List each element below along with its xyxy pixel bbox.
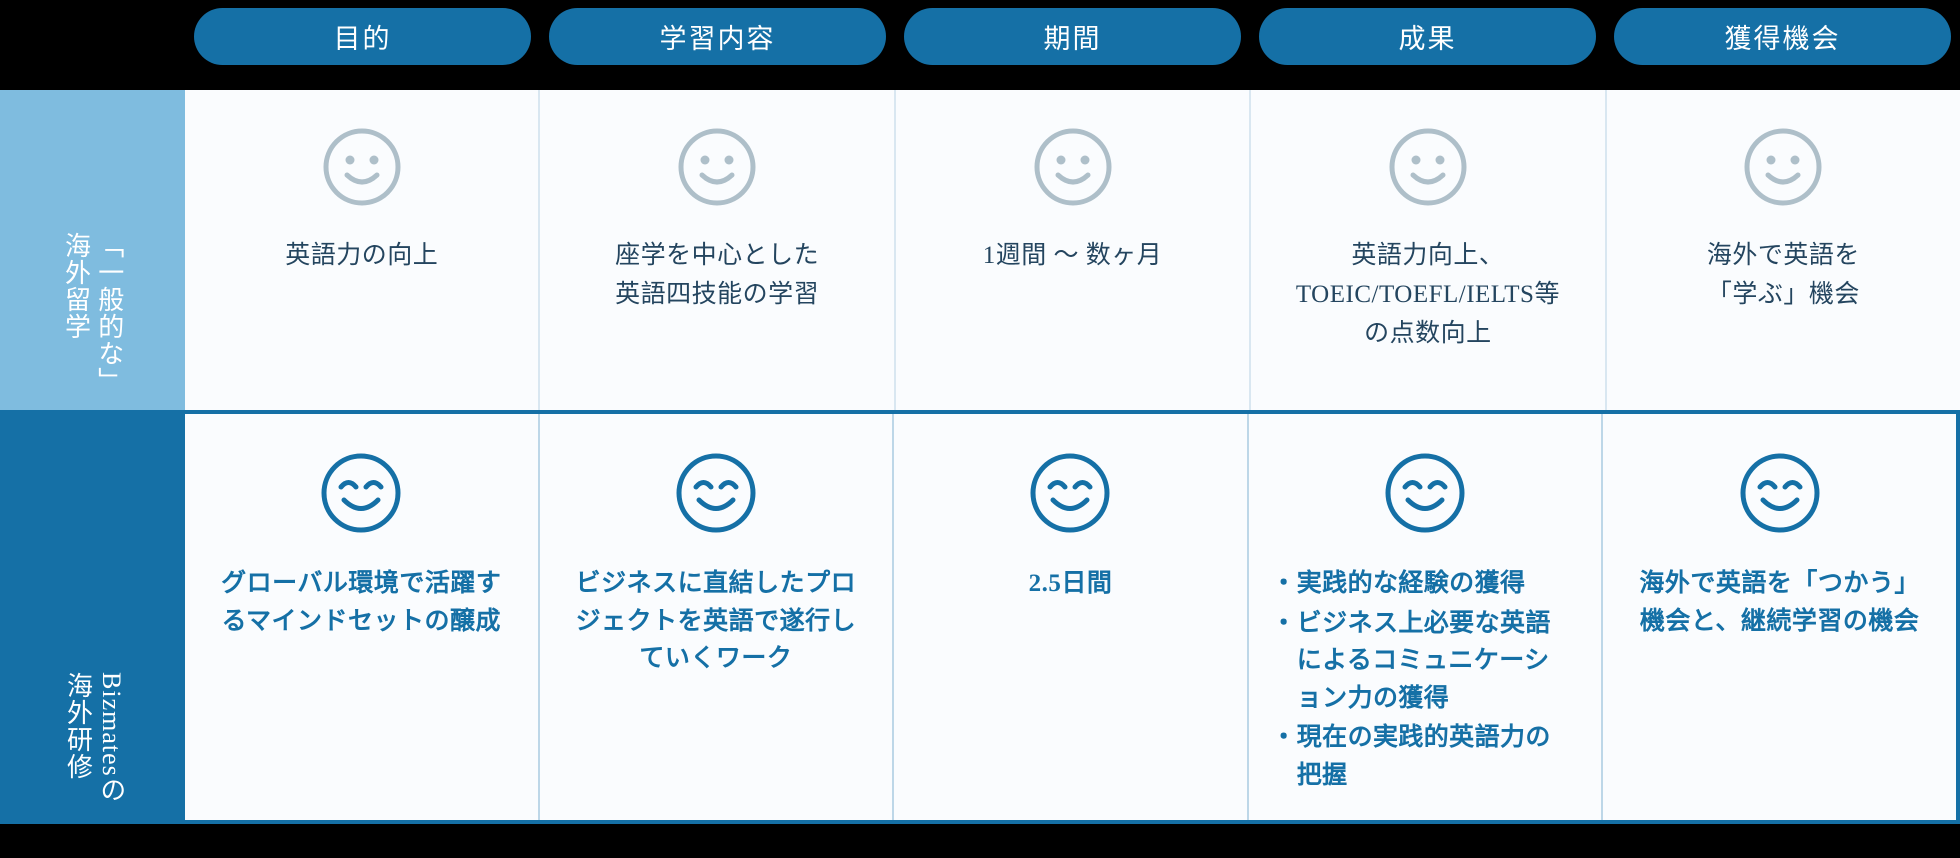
smiley-neutral-icon: [676, 126, 758, 213]
row-label-line-a: Bizmatesの: [96, 672, 126, 804]
smiley-neutral-icon: [321, 126, 403, 213]
table-cell-purpose-bizmates: グローバル環境で活躍す るマインドセットの醸成: [185, 414, 538, 820]
row-label-line-b: 海外研修: [63, 672, 93, 781]
bullet-marker-icon: ・: [1271, 724, 1297, 751]
bullet-text-line: 実践的な経験の獲得: [1296, 570, 1526, 597]
cell-text-line: の点数向上: [1364, 319, 1492, 347]
comparison-table-page: 目的 学習内容 期間 成果 獲得機会 「一般的な」 海外留学 英語力の向上 座学…: [0, 0, 1960, 858]
cell-text-line: 1週間 〜 数ヶ月: [982, 242, 1163, 269]
list-item: ・ ビジネス上必要な英語 によるコミュニケーシ ョン力の獲得: [1271, 605, 1588, 718]
cell-text-line: ていくワーク: [639, 645, 793, 672]
bullet-text-line: ビジネス上必要な英語: [1296, 609, 1551, 637]
cell-text-line: ジェクトを英語で遂行し: [575, 607, 857, 635]
header-cell-1: 学習内容: [540, 0, 895, 72]
table-cell-outcome-bizmates: ・ 実践的な経験の獲得 ・ ビジネス上必要な英語 によるコミュニケーシ ョン力の…: [1246, 414, 1602, 820]
cell-text-line: るマインドセットの醸成: [221, 607, 502, 635]
cell-text-line: 海外で英語を「つかう」: [1639, 570, 1920, 597]
header-cell-3: 成果: [1250, 0, 1605, 72]
table-cell-purpose-general: 英語力の向上: [185, 90, 539, 410]
table-row: 「一般的な」 海外留学 英語力の向上 座学を中心とした 英語四技能の学習 1週間…: [0, 90, 1960, 410]
smiley-neutral-icon: [1742, 126, 1824, 213]
bullet-text-line: 把握: [1296, 761, 1348, 789]
bullet-marker-icon: ・: [1271, 570, 1297, 597]
row-label-bizmates-training: Bizmatesの 海外研修: [4, 414, 185, 820]
cell-text-line: 英語力の向上: [285, 242, 439, 269]
header-corner-spacer: [0, 0, 185, 72]
cell-text-line: 2.5日間: [1028, 570, 1113, 597]
list-item: ・ 現在の実践的英語力の 把握: [1271, 719, 1588, 794]
bullet-marker-icon: ・: [1271, 609, 1297, 637]
table-cell-outcome-general: 英語力向上、 TOEIC/TOEFL/IELTS等 の点数向上: [1249, 90, 1605, 410]
bullet-text-line: 現在の実践的英語力の: [1296, 724, 1551, 751]
bullet-text-line: ョン力の獲得: [1296, 684, 1450, 712]
header-cell-4: 獲得機会: [1605, 0, 1960, 72]
cell-text-line: 「学ぶ」機会: [1706, 280, 1860, 308]
row-label-general-study-abroad: 「一般的な」 海外留学: [0, 90, 185, 410]
column-header-pill-purpose[interactable]: 目的: [194, 7, 531, 65]
bullet-text: 現在の実践的英語力の 把握: [1297, 719, 1588, 794]
table-cell-duration-bizmates: 2.5日間: [892, 414, 1247, 820]
cell-text-line: TOEIC/TOEFL/IELTS等: [1295, 280, 1560, 308]
column-header-pill-duration[interactable]: 期間: [904, 7, 1241, 65]
cell-text: 海外で英語を「つかう」 機会と、継続学習の機会: [1639, 565, 1920, 640]
smiley-happy-icon: [318, 450, 404, 541]
smiley-happy-icon: [1382, 450, 1468, 541]
row-label-text: 「一般的な」 海外留学: [59, 232, 126, 394]
list-item: ・ 実践的な経験の獲得: [1271, 565, 1588, 603]
table-row: Bizmatesの 海外研修 グローバル環境で活躍す るマインドセットの醸成 ビ…: [4, 414, 1956, 820]
comparison-table: 「一般的な」 海外留学 英語力の向上 座学を中心とした 英語四技能の学習 1週間…: [0, 90, 1960, 824]
table-cell-content-bizmates: ビジネスに直結したプロ ジェクトを英語で遂行し ていくワーク: [537, 414, 893, 820]
smiley-neutral-icon: [1032, 126, 1114, 213]
bullet-text-line: によるコミュニケーシ: [1296, 647, 1550, 674]
cell-bullet-list: ・ 実践的な経験の獲得 ・ ビジネス上必要な英語 によるコミュニケーシ ョン力の…: [1263, 565, 1588, 796]
cell-text: 海外で英語を 「学ぶ」機会: [1707, 237, 1860, 315]
row-label-line-b: 海外留学: [61, 232, 91, 340]
column-header-pill-opportunity[interactable]: 獲得機会: [1614, 7, 1951, 65]
cell-text-line: 英語四技能の学習: [615, 280, 820, 308]
table-header-row: 目的 学習内容 期間 成果 獲得機会: [0, 0, 1960, 72]
cell-text: 1週間 〜 数ヶ月: [983, 237, 1163, 276]
column-header-pill-content[interactable]: 学習内容: [549, 7, 886, 65]
header-cell-2: 期間: [895, 0, 1250, 72]
cell-text: 英語力向上、 TOEIC/TOEFL/IELTS等 の点数向上: [1296, 237, 1560, 353]
bullet-text: ビジネス上必要な英語 によるコミュニケーシ ョン力の獲得: [1297, 605, 1588, 718]
table-cell-opportunity-bizmates: 海外で英語を「つかう」 機会と、継続学習の機会: [1601, 414, 1956, 820]
cell-text-line: 海外で英語を: [1706, 242, 1860, 269]
cell-text-line: 座学を中心とした: [615, 242, 820, 269]
column-header-pill-outcome[interactable]: 成果: [1259, 7, 1596, 65]
cell-text: 座学を中心とした 英語四技能の学習: [615, 237, 819, 315]
cell-text: 2.5日間: [1029, 565, 1113, 603]
row-label-text: Bizmatesの 海外研修: [61, 672, 128, 804]
cell-text-line: 英語力向上、: [1351, 242, 1505, 269]
smiley-happy-icon: [1737, 450, 1823, 541]
table-cell-duration-general: 1週間 〜 数ヶ月: [893, 90, 1250, 410]
bullet-text: 実践的な経験の獲得: [1297, 565, 1588, 603]
table-row-highlight-frame: Bizmatesの 海外研修 グローバル環境で活躍す るマインドセットの醸成 ビ…: [0, 410, 1960, 824]
table-cell-opportunity-general: 海外で英語を 「学ぶ」機会: [1604, 90, 1960, 410]
smiley-happy-icon: [1027, 450, 1113, 541]
header-cell-0: 目的: [185, 0, 540, 72]
row-label-line-a: 「一般的な」: [94, 232, 124, 394]
cell-text-line: ビジネスに直結したプロ: [575, 570, 857, 597]
cell-text-line: 機会と、継続学習の機会: [1639, 607, 1920, 635]
cell-text: ビジネスに直結したプロ ジェクトを英語で遂行し ていくワーク: [576, 565, 857, 678]
cell-text-line: グローバル環境で活躍す: [221, 570, 502, 597]
smiley-neutral-icon: [1387, 126, 1469, 213]
table-cell-content-general: 座学を中心とした 英語四技能の学習: [538, 90, 894, 410]
cell-text: 英語力の向上: [285, 237, 438, 276]
smiley-happy-icon: [673, 450, 759, 541]
cell-text: グローバル環境で活躍す るマインドセットの醸成: [221, 565, 501, 640]
